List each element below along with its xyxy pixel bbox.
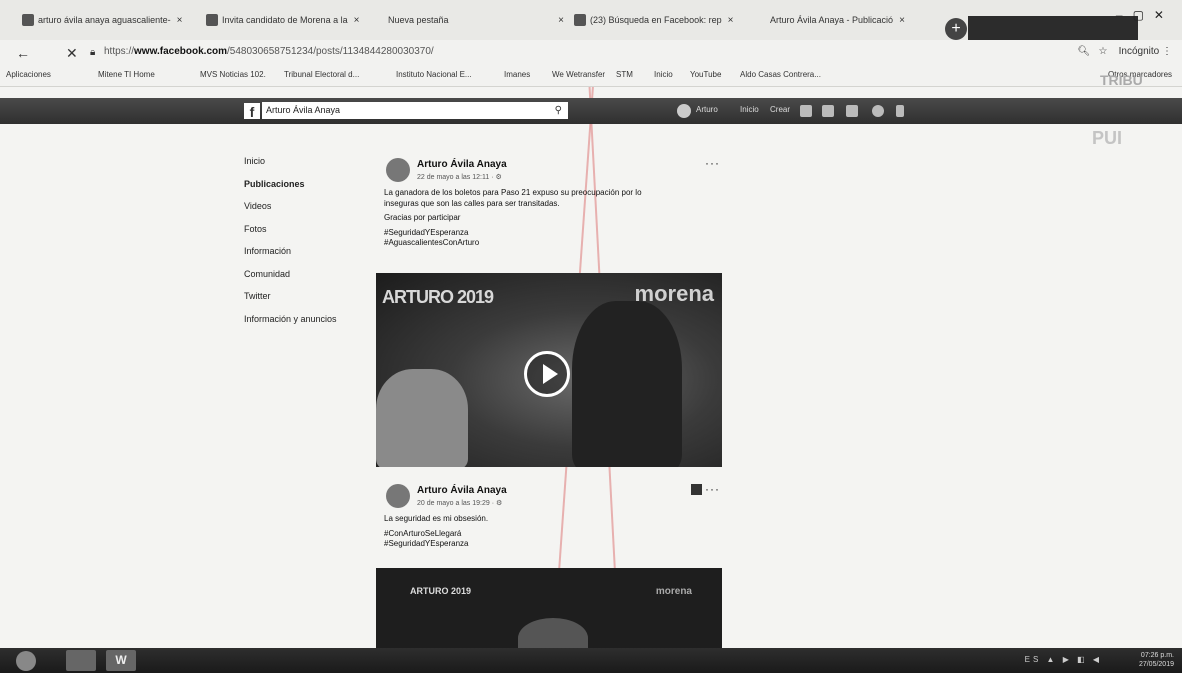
- friends-icon[interactable]: [800, 105, 812, 117]
- menu-item-photos[interactable]: Fotos: [244, 224, 374, 247]
- bookmark-item[interactable]: Instituto Nacional E...: [396, 70, 472, 79]
- address-bar-actions: 🔍︎ ☆ Incógnito ⋮: [1077, 46, 1172, 57]
- video-brand-left: ARTURO 2019: [382, 287, 494, 307]
- bookmark-item[interactable]: Mitene TI Home: [98, 70, 155, 79]
- profile-label[interactable]: Incógnito: [1119, 46, 1160, 57]
- notifications-icon[interactable]: [846, 105, 858, 117]
- back-icon[interactable]: ←: [16, 45, 30, 61]
- video-brand-left: ARTURO 2019: [410, 586, 472, 596]
- url-field[interactable]: https://www.facebook.com/548030658751234…: [104, 46, 434, 57]
- hashtag-link[interactable]: #ConArturoSeLlegará: [384, 529, 724, 540]
- close-icon[interactable]: ×: [177, 15, 183, 26]
- post-video[interactable]: ARTURO 2019 morena: [376, 273, 722, 467]
- watermark-text: PUI: [1092, 128, 1123, 148]
- menu-item-info[interactable]: Información: [244, 246, 374, 269]
- dropdown-icon[interactable]: [896, 105, 904, 117]
- clock[interactable]: 07:26 p.m. 27/05/2019: [1139, 651, 1174, 669]
- tab-strip-dark: [968, 16, 1138, 40]
- browser-tab[interactable]: (23) Búsqueda en Facebook: rep ×: [574, 6, 748, 34]
- menu-item-videos[interactable]: Videos: [244, 201, 374, 224]
- close-icon[interactable]: ×: [558, 15, 564, 26]
- more-options-icon[interactable]: ···: [705, 156, 720, 170]
- hashtag-link[interactable]: #SeguridadYEsperanza: [384, 539, 724, 550]
- post-header: Arturo Ávila Anaya 22 de mayo a las 12:1…: [360, 156, 724, 188]
- post-text: La seguridad es mi obsesión. #ConArturoS…: [384, 514, 724, 550]
- hashtag-link[interactable]: #SeguridadYEsperanza: [384, 228, 724, 239]
- post-author[interactable]: Arturo Ávila Anaya: [417, 159, 507, 170]
- watermark-text: TRIBU: [1100, 72, 1143, 88]
- messenger-icon[interactable]: [822, 105, 834, 117]
- browser-tab-strip: arturo ávila anaya aguascaliente- × Invi…: [0, 0, 1182, 41]
- bookmark-item[interactable]: Aldo Casas Contrera...: [740, 70, 821, 79]
- menu-item-posts[interactable]: Publicaciones: [244, 179, 374, 202]
- avatar[interactable]: [386, 158, 410, 182]
- video-figure: [376, 369, 468, 467]
- google-icon: [22, 14, 34, 26]
- bookmark-item[interactable]: YouTube: [690, 70, 721, 79]
- menu-item-info-ads[interactable]: Información y anuncios: [244, 314, 374, 337]
- close-icon[interactable]: ×: [899, 15, 905, 26]
- help-icon[interactable]: [872, 105, 884, 117]
- play-button-icon[interactable]: [524, 351, 570, 397]
- facebook-icon: [574, 14, 586, 26]
- page-left-menu: Inicio Publicaciones Videos Fotos Inform…: [244, 156, 374, 336]
- start-button-icon[interactable]: [16, 651, 36, 671]
- nav-profile[interactable]: Arturo: [696, 105, 718, 114]
- lock-icon: 🔒︎: [90, 47, 96, 58]
- video-figure: [518, 618, 588, 648]
- bookmark-item[interactable]: MVS Noticias 102.: [200, 70, 266, 79]
- bookmark-item[interactable]: Inicio: [654, 70, 673, 79]
- post-header: Arturo Ávila Anaya 20 de mayo a las 19:2…: [360, 482, 724, 514]
- bookmark-item[interactable]: Imanes: [504, 70, 530, 79]
- menu-icon[interactable]: ⋮: [1162, 46, 1172, 57]
- address-bar: ← ✕ 🔒︎ https://www.facebook.com/54803065…: [0, 40, 1182, 66]
- post-video[interactable]: ARTURO 2019 morena: [376, 568, 722, 648]
- close-icon[interactable]: ×: [354, 15, 360, 26]
- post-card: Arturo Ávila Anaya 22 de mayo a las 12:1…: [360, 156, 724, 470]
- new-tab-button[interactable]: +: [945, 18, 967, 40]
- facebook-header: f Arturo Ávila Anaya ⚲ Arturo Inicio Cre…: [0, 98, 1182, 124]
- browser-tab[interactable]: Nueva pestaña ×: [388, 6, 564, 34]
- word-taskbar-icon[interactable]: W: [106, 650, 136, 671]
- star-icon[interactable]: ☆: [1099, 46, 1108, 57]
- system-tray[interactable]: ES ▲ ▶ ◧ ◀: [1025, 655, 1102, 664]
- browser-tab[interactable]: Invita candidato de Morena a la ×: [206, 6, 380, 34]
- close-icon[interactable]: ×: [728, 15, 734, 26]
- menu-item-community[interactable]: Comunidad: [244, 269, 374, 292]
- browser-tab-active[interactable]: Arturo Ávila Anaya - Publicació ×: [770, 6, 940, 34]
- stop-icon[interactable]: ✕: [66, 45, 78, 62]
- nav-create[interactable]: Crear: [770, 105, 790, 114]
- video-figure: [572, 301, 682, 467]
- search-input[interactable]: Arturo Ávila Anaya ⚲: [262, 102, 568, 119]
- avatar[interactable]: [677, 104, 691, 118]
- post-card: Arturo Ávila Anaya 20 de mayo a las 19:2…: [360, 482, 724, 650]
- bookmark-apps[interactable]: Aplicaciones: [6, 70, 51, 79]
- windows-taskbar: W ES ▲ ▶ ◧ ◀ 07:26 p.m. 27/05/2019: [0, 648, 1182, 673]
- chrome-taskbar-icon[interactable]: [66, 650, 96, 671]
- window-controls[interactable]: –▢✕: [1116, 8, 1174, 22]
- post-text: La ganadora de los boletos para Paso 21 …: [384, 188, 724, 249]
- bookmark-item[interactable]: STM: [616, 70, 633, 79]
- zoom-icon[interactable]: 🔍︎: [1077, 46, 1090, 57]
- bookmarks-bar: Aplicaciones Mitene TI Home MVS Noticias…: [0, 66, 1182, 87]
- avatar[interactable]: [386, 484, 410, 508]
- browser-tab[interactable]: arturo ávila anaya aguascaliente- ×: [22, 6, 198, 34]
- post-author[interactable]: Arturo Ávila Anaya: [417, 485, 507, 496]
- share-icon[interactable]: [691, 484, 702, 495]
- bookmark-item[interactable]: Tribunal Electoral d...: [284, 70, 359, 79]
- site-icon: [206, 14, 218, 26]
- nav-home[interactable]: Inicio: [740, 105, 759, 114]
- more-options-icon[interactable]: ···: [705, 482, 720, 496]
- menu-item-twitter[interactable]: Twitter: [244, 291, 374, 314]
- post-date[interactable]: 20 de mayo a las 19:29 · ⚙: [417, 499, 502, 507]
- video-brand-right: morena: [655, 586, 692, 597]
- bookmark-item[interactable]: We Wetransfer: [552, 70, 605, 79]
- facebook-logo-icon[interactable]: f: [244, 103, 260, 120]
- hashtag-link[interactable]: #AguascalientesConArturo: [384, 238, 724, 249]
- search-icon[interactable]: ⚲: [555, 102, 562, 119]
- post-date[interactable]: 22 de mayo a las 12:11 · ⚙: [417, 173, 502, 181]
- menu-item-home[interactable]: Inicio: [244, 156, 374, 179]
